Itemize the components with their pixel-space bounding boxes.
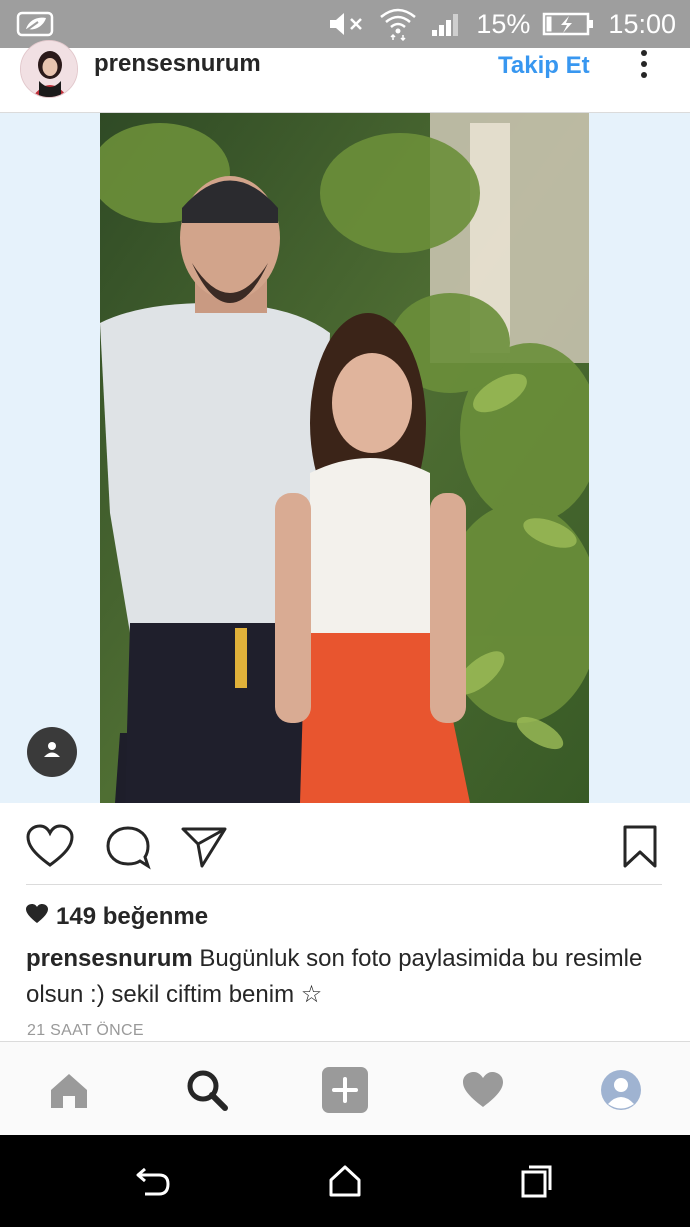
status-bar: 15% 15:00: [0, 0, 690, 48]
likes-count[interactable]: 149 beğenme: [26, 903, 208, 931]
tagged-people-button[interactable]: [27, 727, 77, 777]
bookmark-icon[interactable]: [616, 824, 664, 870]
post-caption: prensesnurum Bugünluk son foto paylasimi…: [26, 941, 656, 1013]
back-icon[interactable]: [133, 1163, 173, 1199]
post-header: prensesnurum Takip Et: [0, 40, 690, 113]
clock: 15:00: [608, 8, 676, 39]
bottom-navigation: [0, 1041, 690, 1135]
user-tag-icon: [41, 739, 63, 766]
avatar[interactable]: [20, 40, 78, 98]
post-timestamp: 21 SAAT ÖNCE: [27, 1022, 144, 1039]
profile-icon[interactable]: [597, 1066, 645, 1114]
comment-icon[interactable]: [104, 824, 152, 870]
post-photo[interactable]: [100, 113, 589, 803]
share-icon[interactable]: [180, 824, 228, 870]
recents-icon[interactable]: [517, 1163, 557, 1199]
notification-leaf-icon: [16, 9, 56, 39]
add-icon[interactable]: [321, 1066, 369, 1114]
wifi-icon: [378, 7, 418, 41]
divider: [26, 884, 662, 885]
post-actions: [0, 803, 690, 885]
signal-icon: [430, 10, 464, 38]
home-icon[interactable]: [45, 1066, 93, 1114]
post-username[interactable]: prensesnurum: [94, 50, 261, 78]
heart-icon: [26, 903, 48, 931]
follow-button[interactable]: Takip Et: [498, 52, 590, 80]
post-media: [0, 113, 690, 803]
more-options-icon[interactable]: [636, 48, 652, 84]
search-icon[interactable]: [183, 1066, 231, 1114]
likes-label: 149 beğenme: [56, 903, 209, 930]
caption-username[interactable]: prensesnurum: [26, 945, 193, 972]
like-icon[interactable]: [26, 824, 74, 870]
mute-icon: [328, 10, 366, 38]
battery-percent: 15%: [476, 8, 531, 39]
battery-charging-icon: [542, 11, 596, 37]
activity-heart-icon[interactable]: [459, 1066, 507, 1114]
home-button-icon[interactable]: [325, 1163, 365, 1199]
system-navigation-bar: [0, 1135, 690, 1227]
